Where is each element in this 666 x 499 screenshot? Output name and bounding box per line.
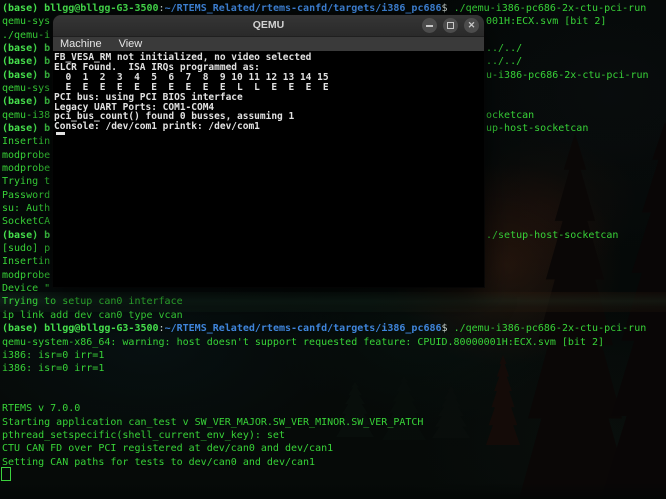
terminal-line: Trying to setup can0 interface bbox=[0, 296, 666, 310]
menu-item-machine[interactable]: Machine bbox=[60, 38, 102, 50]
window-title: QEMU bbox=[53, 19, 484, 31]
terminal-text: ./setup-host-socketcan bbox=[486, 230, 618, 241]
terminal-text: ../../ bbox=[486, 56, 522, 67]
terminal-text: su: Auth bbox=[2, 203, 50, 214]
terminal-line: i386: isr=0 irr=1 bbox=[0, 363, 666, 377]
terminal-text: (base) bllgg@bllgg-G3-3500 bbox=[2, 3, 159, 14]
terminal-text: (base) b bbox=[2, 43, 50, 54]
minimize-icon bbox=[426, 25, 433, 27]
terminal-text: ./qemu-i386-pc686-2x-ctu-pci-run bbox=[454, 323, 647, 334]
terminal-text: ~/RTEMS_Related/rtems-canfd/targets/i386… bbox=[165, 323, 442, 334]
terminal-text: Insertin bbox=[2, 136, 50, 147]
terminal-text: (base) b bbox=[2, 123, 50, 134]
terminal-line: (base) bllgg@bllgg-G3-3500:~/RTEMS_Relat… bbox=[0, 323, 666, 337]
terminal-text: ip link add dev can0 type vcan bbox=[2, 310, 183, 321]
terminal-text: modprobe bbox=[2, 270, 50, 281]
terminal-text: (base) bllgg@bllgg-G3-3500 bbox=[2, 323, 159, 334]
terminal-text: Setting CAN paths for tests to dev/can0 … bbox=[2, 457, 315, 468]
terminal-text: (base) b bbox=[2, 70, 50, 81]
terminal-line: i386: isr=0 irr=1 bbox=[0, 350, 666, 364]
terminal-text: qemu-system-x86_64: warning: host doesn'… bbox=[2, 337, 604, 348]
terminal-line bbox=[0, 377, 666, 391]
terminal-text: Device " bbox=[2, 283, 50, 294]
terminal-text: (base) b bbox=[2, 96, 50, 107]
terminal-text: i386: isr=0 irr=1 bbox=[2, 350, 104, 361]
terminal-line: RTEMS v 7.0.0 bbox=[0, 403, 666, 417]
qemu-console-cursor bbox=[56, 132, 65, 135]
terminal-text: Insertin bbox=[2, 256, 50, 267]
close-icon: ✕ bbox=[468, 21, 476, 30]
terminal-line: CTU CAN FD over PCI registered at dev/ca… bbox=[0, 443, 666, 457]
terminal-text: Starting application can_test v SW_VER_M… bbox=[2, 417, 423, 428]
terminal-text: qemu-i38 bbox=[2, 110, 50, 121]
qemu-console-line: Console: /dev/com1 printk: /dev/com1 bbox=[54, 122, 484, 132]
terminal-text: ./qemu-i386-pc686-2x-ctu-pci-run bbox=[454, 3, 647, 14]
terminal-text: qemu-sys bbox=[2, 16, 50, 27]
terminal-text: RTEMS v 7.0.0 bbox=[2, 403, 80, 414]
qemu-menubar: Machine View bbox=[53, 37, 484, 51]
terminal-line: qemu-system-x86_64: warning: host doesn'… bbox=[0, 337, 666, 351]
terminal-text: pthread_setspecific(shell_current_env_ke… bbox=[2, 430, 285, 441]
qemu-window[interactable]: QEMU ✕ Machine View FB_VESA_RM not initia… bbox=[53, 15, 484, 287]
terminal-text: Password bbox=[2, 190, 50, 201]
terminal-text: i386: isr=0 irr=1 bbox=[2, 363, 104, 374]
terminal-line bbox=[0, 390, 666, 404]
maximize-icon bbox=[447, 22, 454, 29]
menu-item-view[interactable]: View bbox=[119, 38, 143, 50]
qemu-console[interactable]: FB_VESA_RM not initialized, no video sel… bbox=[53, 51, 484, 287]
terminal-cursor bbox=[1, 467, 11, 481]
terminal-text: $ bbox=[442, 3, 454, 14]
terminal-text: Trying t bbox=[2, 176, 50, 187]
terminal-text: u-i386-pc686-2x-ctu-pci-run bbox=[486, 70, 649, 81]
qemu-console-output: FB_VESA_RM not initialized, no video sel… bbox=[54, 53, 484, 132]
terminal-line: ip link add dev can0 type vcan bbox=[0, 310, 666, 324]
terminal-text: $ bbox=[442, 323, 454, 334]
terminal-text: (base) b bbox=[2, 230, 50, 241]
terminal-text: SocketCA bbox=[2, 216, 50, 227]
terminal-text: Trying to setup can0 interface bbox=[2, 296, 183, 307]
terminal-text: 001H:ECX.svm [bit 2] bbox=[486, 16, 606, 27]
terminal-text: modprobe bbox=[2, 150, 50, 161]
minimize-button[interactable] bbox=[422, 18, 437, 33]
terminal-text: [sudo] p bbox=[2, 243, 50, 254]
close-button[interactable]: ✕ bbox=[464, 18, 479, 33]
terminal-text: ~/RTEMS_Related/rtems-canfd/targets/i386… bbox=[165, 3, 442, 14]
terminal-text: ../../ bbox=[486, 43, 522, 54]
maximize-button[interactable] bbox=[443, 18, 458, 33]
terminal-text: (base) b bbox=[2, 56, 50, 67]
terminal-text: ./qemu-i bbox=[2, 30, 50, 41]
terminal-text: modprobe bbox=[2, 163, 50, 174]
terminal-line: Setting CAN paths for tests to dev/can0 … bbox=[0, 457, 666, 471]
terminal-text: up-host-socketcan bbox=[486, 123, 588, 134]
terminal-text: ocketcan bbox=[486, 110, 534, 121]
terminal-line: pthread_setspecific(shell_current_env_ke… bbox=[0, 430, 666, 444]
terminal-text: CTU CAN FD over PCI registered at dev/ca… bbox=[2, 443, 333, 454]
terminal-text: qemu-sys bbox=[2, 83, 50, 94]
window-controls: ✕ bbox=[422, 18, 479, 33]
qemu-titlebar[interactable]: QEMU ✕ bbox=[53, 15, 484, 37]
terminal-line: Starting application can_test v SW_VER_M… bbox=[0, 417, 666, 431]
